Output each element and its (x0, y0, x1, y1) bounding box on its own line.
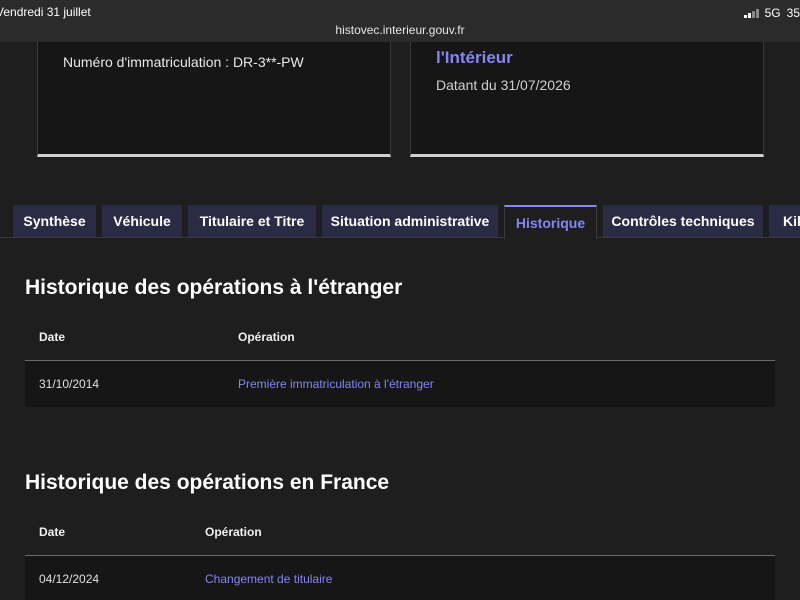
row-date: 04/12/2024 (39, 572, 100, 586)
source-card: l'Intérieur Datant du 31/07/2026 (410, 42, 764, 157)
tab-synthese[interactable]: Synthèse (13, 205, 96, 237)
header-date: Date (39, 525, 66, 539)
status-indicators: 5G 35 (744, 6, 800, 20)
table-row: 04/12/2024 Changement de titulaire (25, 556, 775, 600)
table-header: Date Opération (25, 510, 775, 556)
registration-number: Numéro d'immatriculation : DR-3**-PW (63, 54, 304, 70)
tab-controles-techniques[interactable]: Contrôles techniques (603, 205, 763, 237)
status-date: Vendredi 31 juillet (0, 5, 91, 19)
table-header: Date Opération (25, 315, 775, 361)
plate-card: Numéro d'immatriculation : DR-3**-PW (37, 42, 391, 157)
tab-titulaire[interactable]: Titulaire et Titre (188, 205, 316, 237)
signal-strength-icon (744, 8, 759, 18)
source-organisation: l'Intérieur (436, 48, 513, 67)
foreign-history-table: Date Opération 31/10/2014 Première immat… (25, 315, 775, 407)
foreign-history-title: Historique des opérations à l'étranger (25, 276, 403, 299)
row-operation-link[interactable]: Changement de titulaire (205, 572, 332, 586)
row-date: 31/10/2014 (39, 377, 100, 391)
header-date: Date (39, 330, 66, 344)
header-operation: Opération (205, 525, 262, 539)
address-bar-url[interactable]: histovec.interieur.gouv.fr (0, 23, 800, 37)
table-row: 31/10/2014 Première immatriculation à l'… (25, 361, 775, 407)
row-operation-link[interactable]: Première immatriculation à l'étranger (238, 377, 434, 391)
tab-situation-administrative[interactable]: Situation administrative (322, 205, 498, 237)
report-tabs: Synthèse Véhicule Titulaire et Titre Sit… (0, 200, 800, 239)
tab-kilometrage[interactable]: Kilométrage (769, 205, 800, 237)
network-type: 5G (764, 6, 781, 20)
battery-level: 35 (786, 6, 800, 20)
header-operation: Opération (238, 330, 295, 344)
tab-historique[interactable]: Historique (504, 205, 597, 239)
browser-status-bar: Vendredi 31 juillet histovec.interieur.g… (0, 0, 800, 42)
france-history-table: Date Opération 04/12/2024 Changement de … (25, 510, 775, 600)
tab-vehicule[interactable]: Véhicule (102, 205, 182, 237)
report-date: Datant du 31/07/2026 (436, 77, 571, 93)
france-history-title: Historique des opérations en France (25, 471, 390, 494)
